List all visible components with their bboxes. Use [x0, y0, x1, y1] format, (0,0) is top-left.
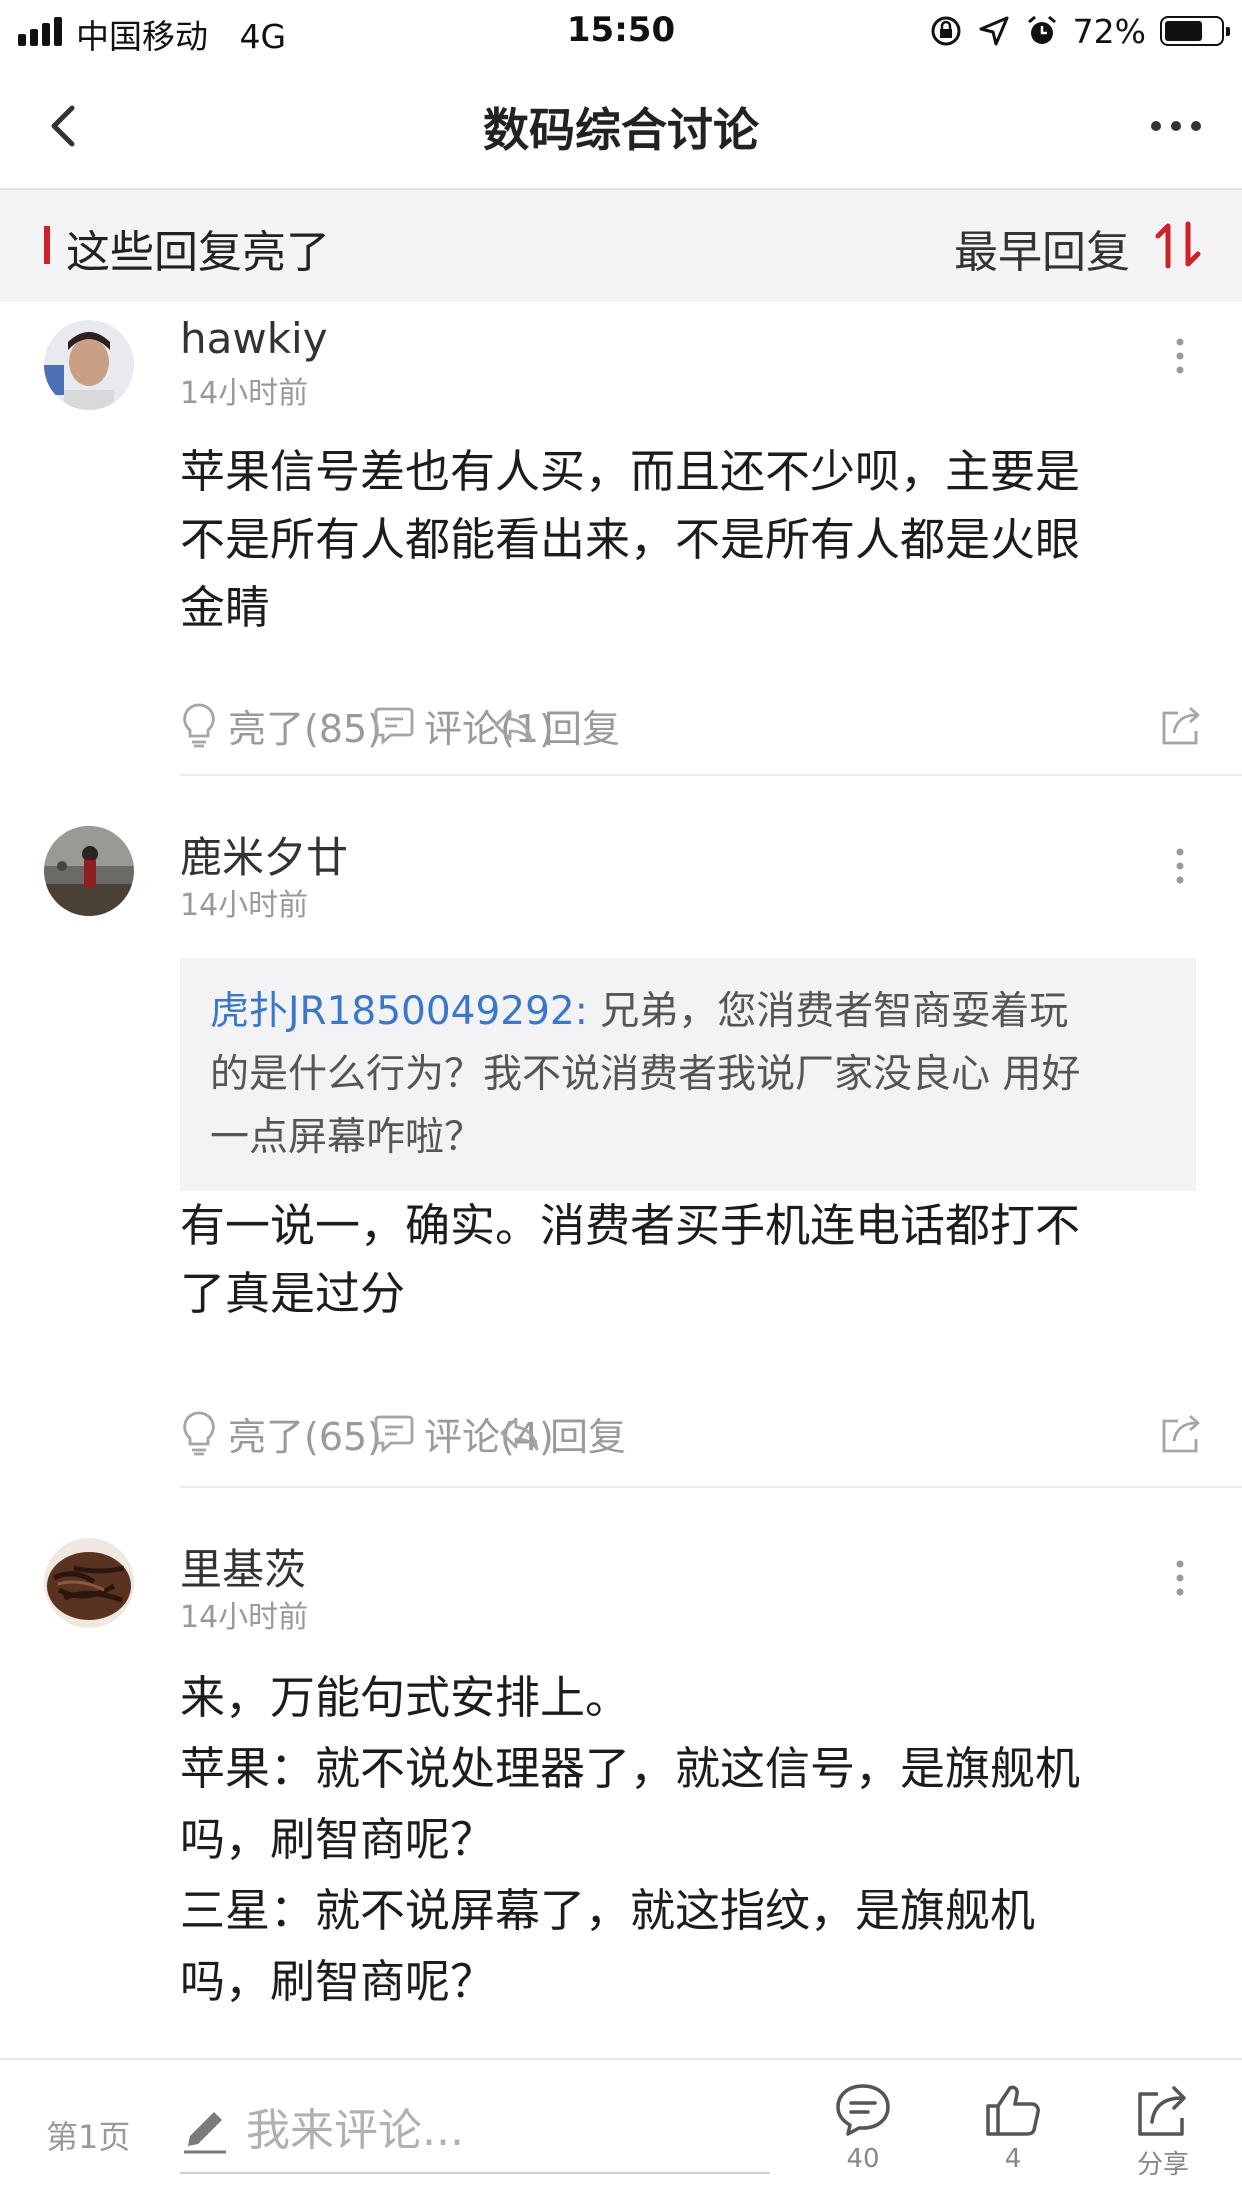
share-post-button[interactable]: [1158, 1398, 1214, 1468]
post-body: 苹果信号差也有人买，而且还不少呗，主要是 不是所有人都能看出来，不是所有人都是火…: [180, 438, 1180, 642]
post-actions: 亮了(65) 评论(4) 回复: [180, 1398, 1242, 1468]
share-icon: [1162, 1414, 1200, 1453]
highlighted-replies-header: 这些回复亮了 最早回复: [0, 190, 1242, 302]
light-button[interactable]: 亮了(85): [180, 690, 382, 760]
username[interactable]: 里基茨: [180, 1536, 306, 1597]
like-button[interactable]: 4: [958, 2082, 1068, 2174]
share-post-button[interactable]: [1158, 690, 1214, 760]
page-title: 数码综合讨论: [483, 103, 759, 157]
reply-button[interactable]: 回复: [492, 690, 620, 760]
quote-line: 一点屏幕咋啦？: [210, 1115, 484, 1160]
reply-label: 回复: [550, 1414, 627, 1459]
comments-count-button[interactable]: 40: [808, 2082, 918, 2174]
comment-bubble-icon: [836, 2084, 890, 2136]
reply-label: 回复: [544, 706, 621, 751]
post-actions: 亮了(85) 评论(1) 回复: [180, 690, 1242, 760]
likes-count: 4: [1004, 2144, 1022, 2174]
quote-line: 的是什么行为？我不说消费者我说厂家没良心 用好: [210, 1052, 1081, 1097]
comment-bubble-icon: [374, 707, 414, 745]
alarm-icon: [1027, 15, 1056, 44]
post-time: 14小时前: [180, 1600, 309, 1635]
post-body-line: 不是所有人都能看出来，不是所有人都是火眼: [180, 513, 1081, 566]
share-icon: [1138, 2086, 1186, 2136]
battery-fill: [1165, 21, 1202, 41]
page-indicator[interactable]: 第1页: [46, 2112, 130, 2158]
lightbulb-icon: [183, 1411, 215, 1456]
status-right-group: 72%: [929, 10, 1230, 52]
post-body-line: 有一说一，确实。消费者买手机连电话都打不: [180, 1199, 1081, 1252]
reply-arrow-icon: [500, 1417, 539, 1451]
reply-button[interactable]: 回复: [498, 1398, 626, 1468]
post-menu-icon[interactable]: [1172, 846, 1188, 886]
section-title: 这些回复亮了: [66, 227, 330, 278]
post-divider: [180, 774, 1242, 776]
avatar[interactable]: [44, 320, 134, 410]
share-label: 分享: [1136, 2150, 1189, 2180]
post-divider: [180, 1486, 1242, 1488]
post-time: 14小时前: [180, 376, 309, 411]
post-body: 来，万能句式安排上。 苹果：就不说处理器了，就这信号，是旗舰机 吗，刷智商呢？ …: [180, 1662, 1180, 2017]
post-body-line: 吗，刷智商呢？: [180, 1813, 496, 1866]
sort-toggle-icon[interactable]: [1152, 220, 1204, 270]
post-body-line: 了真是过分: [180, 1267, 406, 1320]
light-count: 亮了(65): [228, 1414, 383, 1459]
rotation-lock-icon: [931, 16, 961, 46]
thumbs-up-icon: [986, 2085, 1040, 2136]
battery-icon: [1160, 16, 1230, 46]
location-arrow-icon: [979, 16, 1009, 46]
light-button[interactable]: 亮了(65): [180, 1398, 382, 1468]
avatar[interactable]: [44, 1538, 134, 1628]
status-bar: 中国移动 4G 15:50 72%: [0, 0, 1242, 62]
reply-arrow-icon: [494, 709, 533, 743]
bottom-toolbar: 第1页 40 4 分享: [0, 2058, 1242, 2208]
post-time: 14小时前: [180, 888, 309, 923]
sort-order-button[interactable]: 最早回复: [954, 216, 1130, 280]
battery-percent: 72%: [1072, 11, 1146, 51]
post-body-line: 金睛: [180, 581, 271, 634]
section-accent-bar: [44, 226, 50, 264]
quoted-username[interactable]: 虎扑JR1850049292:: [210, 989, 588, 1034]
username[interactable]: hawkiy: [180, 314, 328, 363]
lightbulb-icon: [183, 703, 215, 748]
post-menu-icon[interactable]: [1172, 336, 1188, 376]
comments-count: 40: [846, 2144, 880, 2174]
share-icon: [1162, 706, 1200, 745]
quoted-reply[interactable]: 虎扑JR1850049292: 兄弟，您消费者智商耍着玩 的是什么行为？我不说消…: [180, 958, 1196, 1191]
post-body-line: 苹果：就不说处理器了，就这信号，是旗舰机: [180, 1742, 1081, 1795]
more-options-icon[interactable]: [1146, 108, 1206, 144]
share-button[interactable]: 分享: [1108, 2082, 1218, 2181]
quote-line: 虎扑JR1850049292: 兄弟，您消费者智商耍着玩: [210, 980, 1166, 1043]
light-count: 亮了(85): [228, 706, 383, 751]
comment-bubble-icon: [374, 1415, 414, 1453]
post-body: 有一说一，确实。消费者买手机连电话都打不 了真是过分: [180, 1192, 1180, 1328]
pencil-icon: [184, 2112, 226, 2154]
post-body-line: 苹果信号差也有人买，而且还不少呗，主要是: [180, 445, 1081, 498]
post-body-line: 来，万能句式安排上。: [180, 1671, 631, 1724]
post-menu-icon[interactable]: [1172, 1558, 1188, 1598]
post-body-line: 吗，刷智商呢？: [180, 1955, 496, 2008]
nav-bar: 数码综合讨论: [0, 62, 1242, 190]
comment-input[interactable]: [246, 2100, 746, 2160]
quote-text: 兄弟，您消费者智商耍着玩: [587, 989, 1069, 1034]
username[interactable]: 鹿米夕廿: [180, 824, 348, 885]
avatar[interactable]: [44, 826, 134, 916]
post-body-line: 三星：就不说屏幕了，就这指纹，是旗舰机: [180, 1884, 1036, 1937]
comment-input-box[interactable]: [180, 2090, 770, 2174]
